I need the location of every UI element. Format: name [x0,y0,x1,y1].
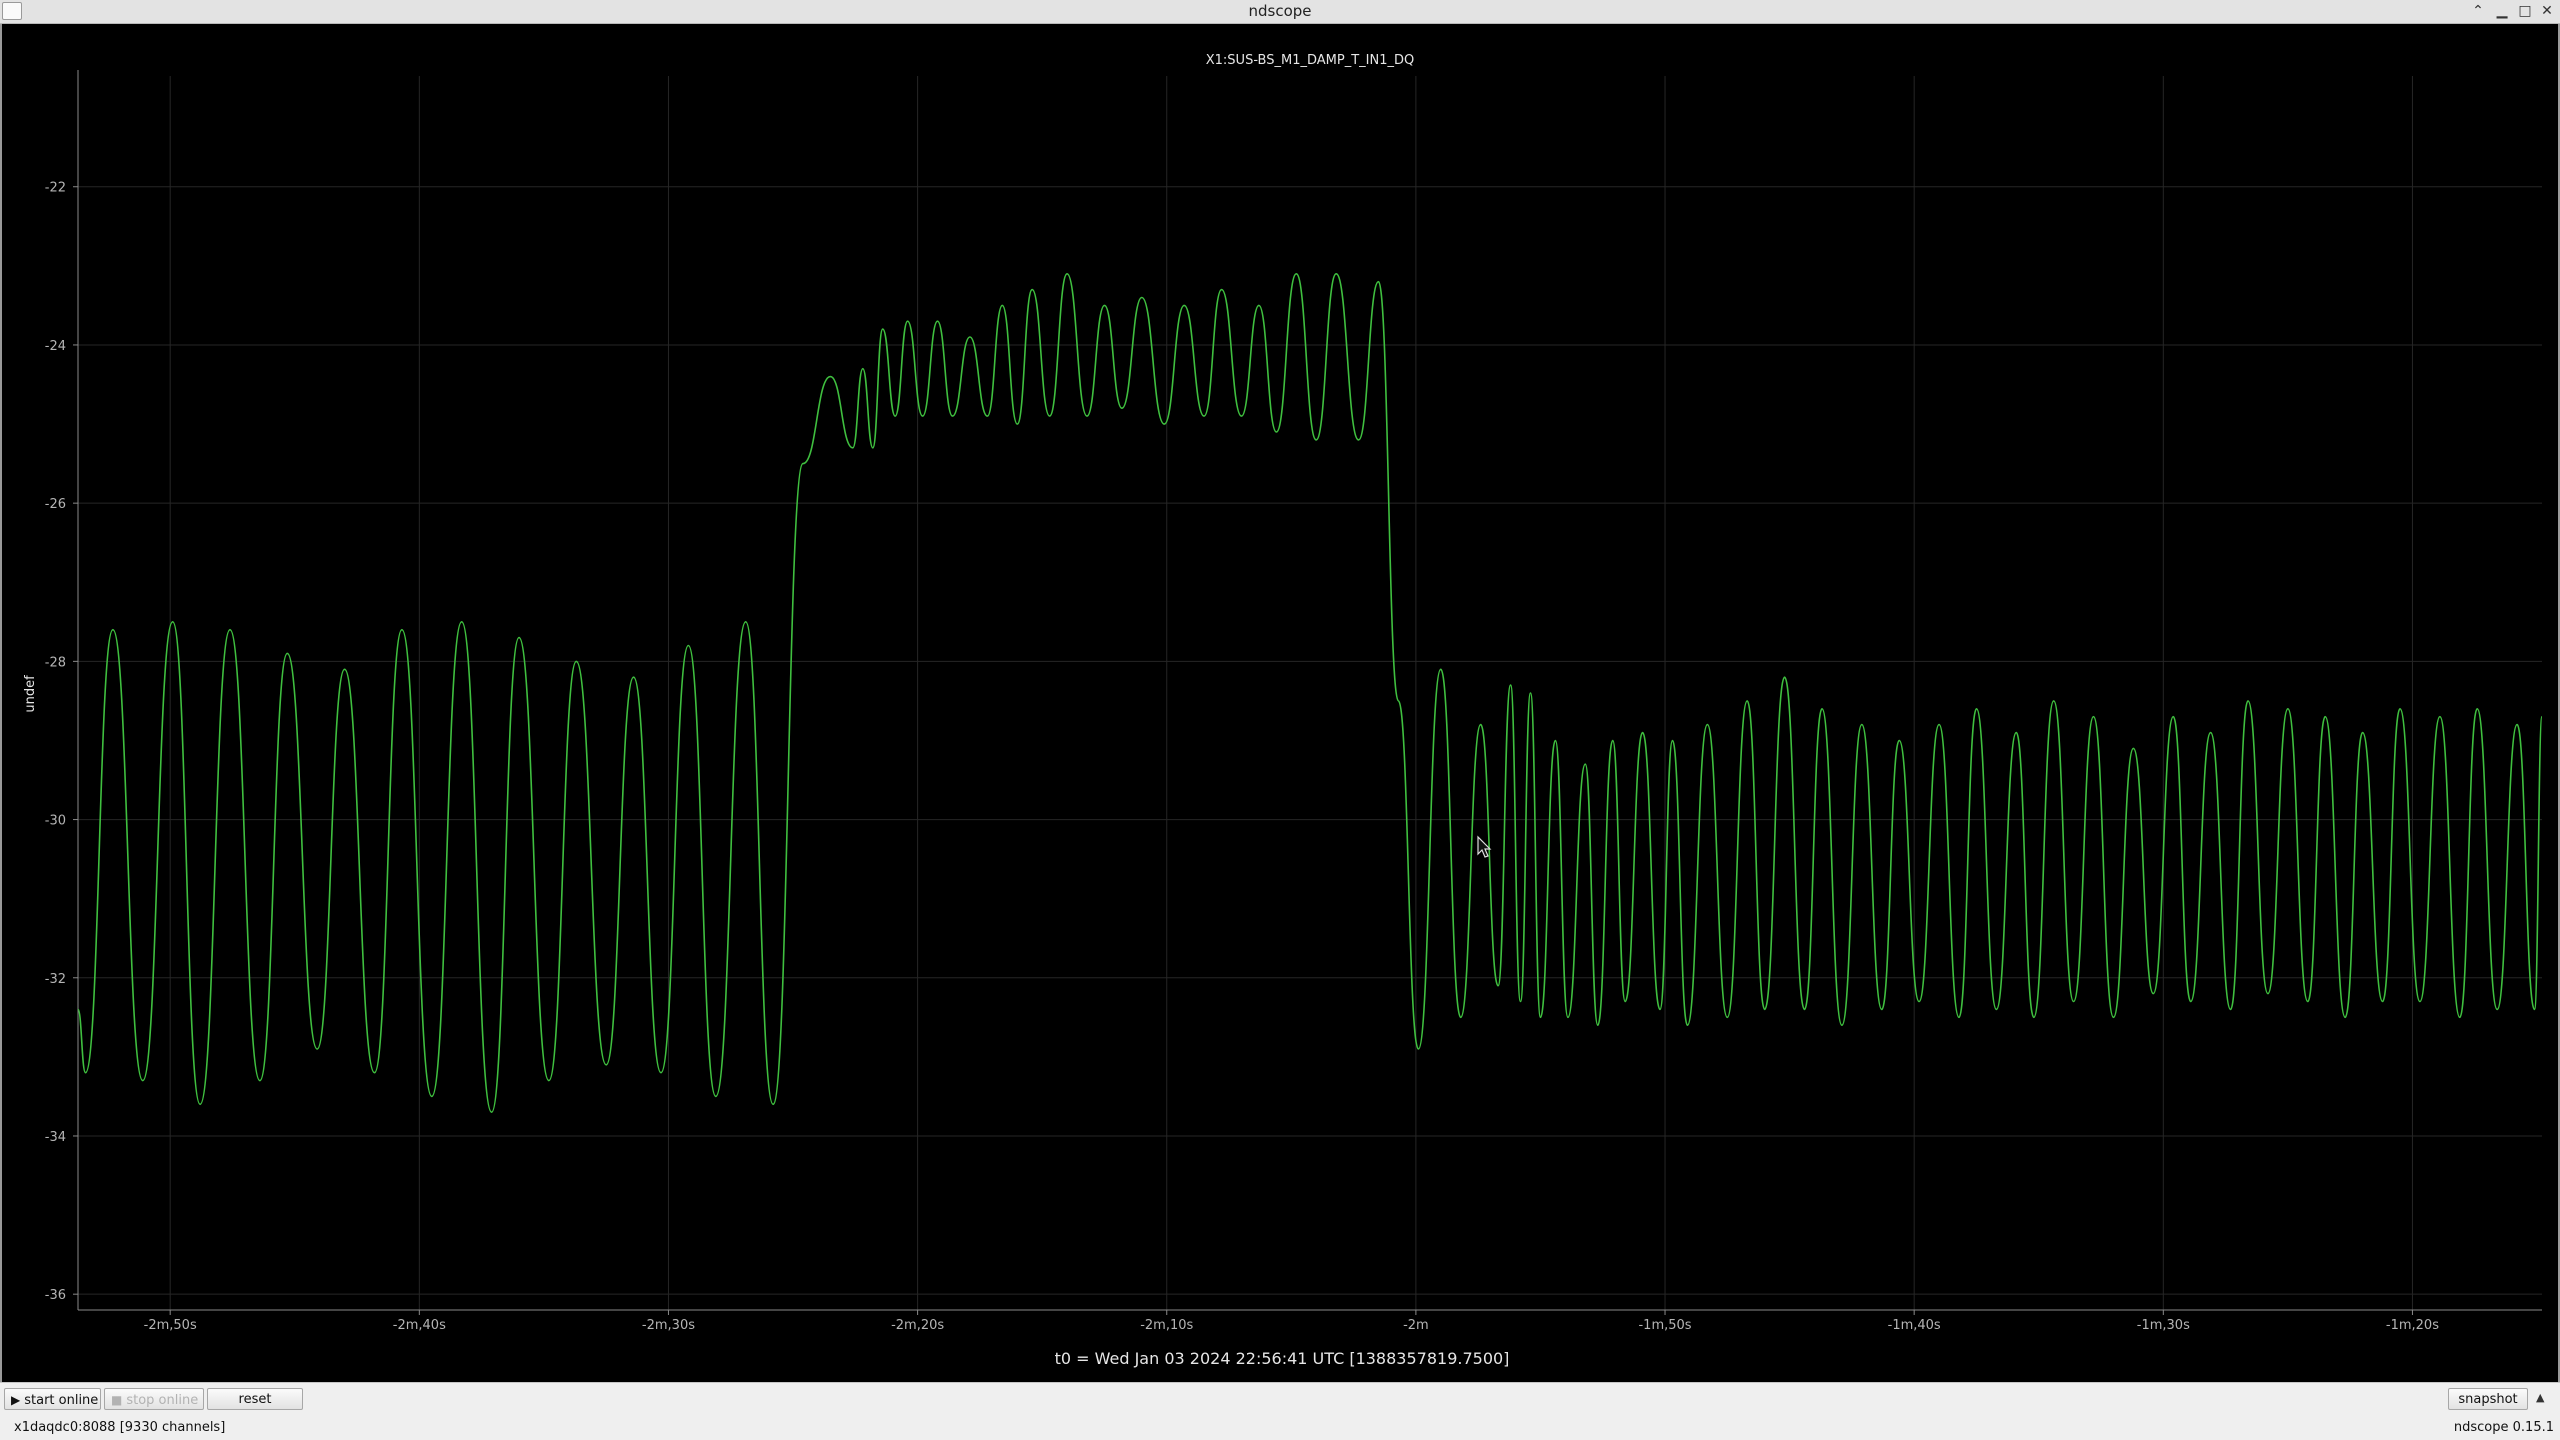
y-tick-label: -22 [45,181,66,196]
x-tick-label: -2m,40s [393,1318,446,1333]
x-tick-label: -1m,40s [1888,1318,1941,1333]
trace-line [77,273,2543,1113]
x-tick-label: -1m,50s [1638,1318,1691,1333]
reset-label: reset [238,1392,272,1407]
t0-label: t0 = Wed Jan 03 2024 22:56:41 UTC [13883… [1055,1349,1510,1368]
y-tick-label: -34 [45,1130,66,1145]
x-tick-label: -2m,20s [891,1318,944,1333]
trace-layer [77,273,2543,1113]
version-label: ndscope 0.15.1 [2453,1420,2554,1435]
stop-icon: ■ [111,1393,123,1407]
start-online-button[interactable]: ▶ start online [4,1388,101,1410]
window-titlebar: ndscope ⌃ ▁ □ ✕ [0,0,2560,24]
stop-online-label: stop online [126,1393,199,1408]
x-tick-label: -2m,10s [1140,1318,1193,1333]
start-online-label: start online [24,1393,99,1408]
x-tick-label: -1m,30s [2137,1318,2190,1333]
play-icon: ▶ [11,1393,21,1407]
maximize-icon[interactable]: □ [2515,1,2535,21]
x-tick-label: -1m,20s [2386,1318,2439,1333]
stop-online-button[interactable]: ■ stop online [104,1388,204,1410]
close-icon[interactable]: ✕ [2537,1,2557,21]
x-tick-label: -2m,30s [642,1318,695,1333]
y-axis-label: undef [23,675,38,713]
y-tick-label: -24 [45,339,66,354]
server-status: x1daqdc0:8088 [9330 channels] [14,1420,226,1435]
x-tick-label: -2m [1403,1318,1429,1333]
grid-lines [78,76,2542,1310]
toolbar: ▶ start online ■ stop online reset snapsho… [0,1382,2560,1417]
x-tick-label: -2m,50s [144,1318,197,1333]
y-tick-label: -28 [45,655,66,670]
plot-area[interactable]: -2m,50s -2m,40s -2m,30s -2m,20s -2m,10s -2m -1… [0,24,2560,1382]
keep-above-icon[interactable]: ⌃ [2468,1,2488,21]
chart[interactable]: -2m,50s -2m,40s -2m,30s -2m,20s -2m,10s -2m -1… [2,24,2558,1382]
y-tick-label: -30 [45,814,66,829]
reset-button[interactable]: reset [207,1388,303,1410]
window-title: ndscope [1248,2,1312,20]
y-tick-label: -32 [45,972,66,987]
y-tick-label: -36 [45,1288,66,1303]
status-bar: x1daqdc0:8088 [9330 channels] ndscope 0.… [0,1416,2560,1440]
expand-arrow-icon[interactable]: ▲ [2536,1391,2544,1404]
snapshot-button[interactable]: snapshot [2448,1388,2528,1410]
y-tick-label: -26 [45,497,66,512]
channel-title: X1:SUS-BS_M1_DAMP_T_IN1_DQ [1206,53,1414,68]
snapshot-label: snapshot [2458,1392,2518,1407]
minimize-icon[interactable]: ▁ [2492,1,2512,21]
